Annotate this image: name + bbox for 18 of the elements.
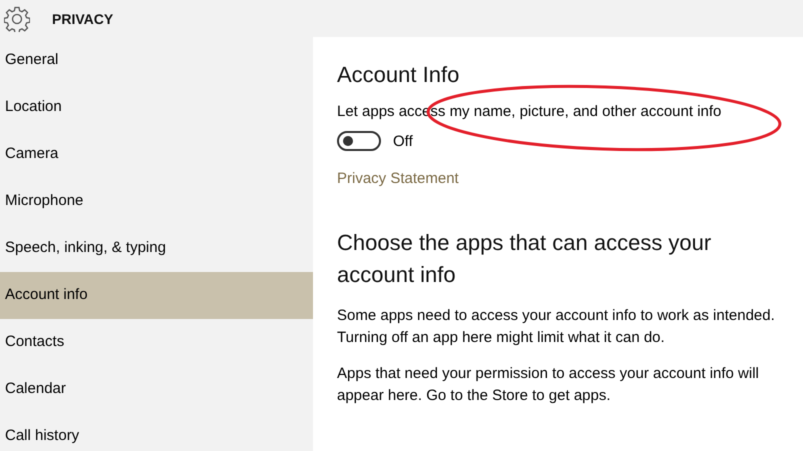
- page-title: PRIVACY: [52, 10, 114, 26]
- toggle-state-label: Off: [393, 132, 413, 150]
- section-heading: Choose the apps that can access your account info: [337, 229, 712, 289]
- sidebar-item[interactable]: Calendar: [0, 366, 313, 413]
- description-text: Some apps need to access your account info to work as intended. Turning off an app here might limit what it can do.: [337, 306, 776, 348]
- sidebar-item[interactable]: Speech, inking, & typing: [0, 225, 313, 272]
- section-title: Account Info: [337, 61, 460, 89]
- sidebar-item[interactable]: Microphone: [0, 178, 313, 225]
- sidebar-item[interactable]: Location: [0, 84, 313, 131]
- sidebar-item[interactable]: Call history: [0, 413, 313, 451]
- description-text: Apps that need your permission to access your account info will appear here. Go to the Store to get apps.: [337, 364, 760, 406]
- sidebar-item[interactable]: Account info: [0, 272, 313, 319]
- toggle-switch[interactable]: [337, 131, 381, 151]
- sidebar-item[interactable]: Camera: [0, 131, 313, 178]
- privacy-statement-link[interactable]: Privacy Statement: [337, 169, 459, 189]
- settings-icon: [4, 6, 30, 32]
- sidebar-item[interactable]: Contacts: [0, 319, 313, 366]
- sidebar-item[interactable]: General: [0, 37, 313, 84]
